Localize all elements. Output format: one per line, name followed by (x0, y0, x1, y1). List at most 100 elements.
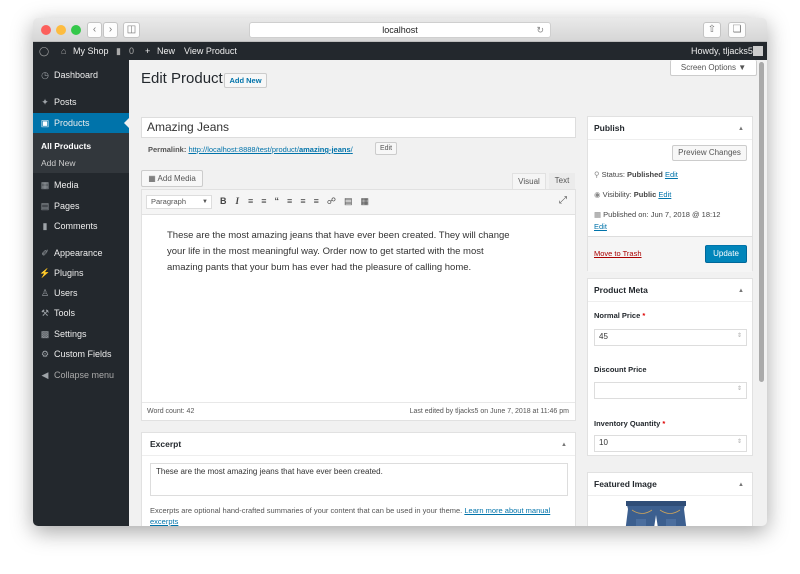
share-icon: ⇧ (707, 24, 717, 35)
discount-price-label: Discount Price (594, 365, 647, 374)
link-icon[interactable]: ☍ (327, 196, 336, 206)
inventory-label: Inventory Quantity * (594, 419, 665, 428)
howdy-account-link[interactable]: Howdy, tljacks5 (691, 42, 753, 60)
sidebar-item-label: Users (54, 288, 78, 298)
page-title: Edit Product (141, 70, 223, 87)
sidebar-item-tools[interactable]: ⚒ Tools (33, 303, 129, 323)
last-edited: Last edited by tljacks5 on June 7, 2018 … (409, 408, 569, 415)
more-tag-icon[interactable]: ▤ (344, 196, 353, 206)
sidebar-item-plugins[interactable]: ⚡ Plugins (33, 263, 129, 283)
site-name-link[interactable]: My Shop (73, 42, 109, 60)
sidebar-item-dashboard[interactable]: ◷ Dashboard (33, 65, 129, 85)
add-new-product-button[interactable]: Add New (224, 73, 267, 88)
inventory-input[interactable]: 10 ⇕ (594, 435, 747, 452)
inventory-label-text: Inventory Quantity (594, 419, 661, 428)
sidebar-toggle-button[interactable]: ◫ (123, 22, 140, 38)
featured-image-box: Featured Image ▲ (587, 472, 753, 526)
bullet-list-icon[interactable]: ≡ (248, 196, 253, 206)
align-center-icon[interactable]: ≡ (300, 196, 305, 206)
sidebar-item-settings[interactable]: ▩ Settings (33, 324, 129, 344)
sidebar-item-comments[interactable]: ▮ Comments (33, 216, 129, 236)
sidebar-item-label: Appearance (54, 248, 103, 258)
submenu-add-new[interactable]: Add New (41, 158, 76, 168)
normal-price-input[interactable]: 45 ⇕ (594, 329, 747, 346)
view-product-link[interactable]: View Product (184, 42, 237, 60)
update-button[interactable]: Update (705, 245, 747, 263)
chevron-down-icon: ▼ (202, 199, 208, 205)
stepper-icon[interactable]: ⇕ (737, 385, 742, 392)
publish-box: Publish ▲ Preview Changes ⚲ Status: Publ… (587, 116, 753, 272)
visibility-edit-link[interactable]: Edit (658, 190, 671, 199)
publish-actions: Move to Trash Update (588, 236, 752, 272)
sidebar-item-pages[interactable]: ▤ Pages (33, 196, 129, 216)
toolbar-toggle-icon[interactable]: ▦ (360, 196, 369, 206)
add-media-button[interactable]: ▦ Add Media (141, 170, 203, 187)
excerpt-textarea[interactable]: These are the most amazing jeans that ha… (150, 463, 568, 496)
plus-icon: + (145, 46, 151, 56)
tab-visual[interactable]: Visual (512, 173, 546, 189)
address-bar[interactable]: localhost ↻ (249, 22, 551, 38)
permalink-label: Permalink: (148, 145, 187, 154)
sidebar-item-label: Products (54, 118, 90, 128)
collapse-arrow-icon[interactable]: ▲ (738, 126, 744, 132)
status-value: Published (627, 170, 663, 179)
sidebar-item-custom-fields[interactable]: ⚙ Custom Fields (33, 344, 129, 364)
editor-content[interactable]: These are the most amazing jeans that ha… (167, 228, 517, 276)
collapse-arrow-icon[interactable]: ▲ (738, 288, 744, 294)
published-edit-link[interactable]: Edit (594, 222, 607, 231)
back-button[interactable]: ‹ (87, 22, 102, 38)
minimize-window-button[interactable] (56, 25, 66, 35)
stepper-icon[interactable]: ⇕ (737, 332, 742, 339)
collapse-menu-button[interactable]: ◀ Collapse menu (33, 365, 129, 385)
sidebar-item-label: Custom Fields (54, 349, 112, 359)
align-right-icon[interactable]: ≡ (314, 196, 319, 206)
normal-price-label: Normal Price * (594, 311, 645, 320)
screen-options-button[interactable]: Screen Options ▼ (670, 60, 757, 76)
reload-icon[interactable]: ↻ (536, 23, 544, 38)
preview-changes-button[interactable]: Preview Changes (672, 145, 747, 161)
submenu-all-products[interactable]: All Products (41, 141, 91, 151)
stepper-icon[interactable]: ⇕ (737, 438, 742, 445)
fullscreen-icon[interactable]: ⤢ (559, 195, 567, 206)
format-select[interactable]: Paragraph ▼ (146, 195, 212, 209)
sidebar-item-appearance[interactable]: ✐ Appearance (33, 243, 129, 263)
sidebar-item-products[interactable]: ▣ Products (33, 113, 129, 133)
home-icon: ⌂ (61, 46, 67, 56)
required-asterisk: * (642, 311, 646, 320)
align-left-icon[interactable]: ≡ (287, 196, 292, 206)
collapse-arrow-icon[interactable]: ▲ (738, 482, 744, 488)
share-button[interactable]: ⇧ (703, 22, 721, 38)
numbered-list-icon[interactable]: ≡ (261, 196, 266, 206)
page-scrollbar[interactable] (759, 62, 764, 382)
sidebar-item-label: Comments (54, 221, 98, 231)
blockquote-icon[interactable]: “ (275, 196, 280, 206)
collapse-arrow-icon[interactable]: ▲ (561, 442, 567, 448)
permalink-edit-button[interactable]: Edit (375, 142, 397, 155)
bold-icon[interactable]: B (220, 196, 227, 206)
gear-icon: ⚙ (40, 349, 50, 359)
tab-text[interactable]: Text (549, 173, 575, 189)
jeans-image[interactable] (622, 501, 690, 526)
sidebar-item-media[interactable]: ▦ Media (33, 175, 129, 195)
permalink-link[interactable]: http://localhost:8888/test/product/amazi… (188, 145, 352, 154)
plug-icon: ⚡ (39, 268, 51, 278)
status-edit-link[interactable]: Edit (665, 170, 678, 179)
zoom-window-button[interactable] (71, 25, 81, 35)
sidebar-item-users[interactable]: ♙ Users (33, 283, 129, 303)
status-label: Status: (601, 170, 625, 179)
move-to-trash-link[interactable]: Move to Trash (594, 249, 642, 258)
sidebar-item-posts[interactable]: ✦ Posts (33, 92, 129, 112)
format-select-value: Paragraph (151, 197, 187, 206)
avatar[interactable] (753, 46, 763, 56)
tabs-button[interactable]: ❏ (728, 22, 746, 38)
new-content-link[interactable]: New (157, 42, 175, 60)
wordpress-logo-icon[interactable]: ◯ (39, 42, 49, 60)
forward-button[interactable]: › (103, 22, 118, 38)
italic-icon[interactable]: I (236, 196, 240, 206)
product-title-input[interactable]: Amazing Jeans (141, 117, 576, 138)
discount-price-input[interactable]: ⇕ (594, 382, 747, 399)
comment-icon[interactable]: ▮ (116, 42, 121, 60)
sidebar-item-label: Dashboard (54, 70, 99, 80)
close-window-button[interactable] (41, 25, 51, 35)
url-text: localhost (382, 25, 418, 35)
